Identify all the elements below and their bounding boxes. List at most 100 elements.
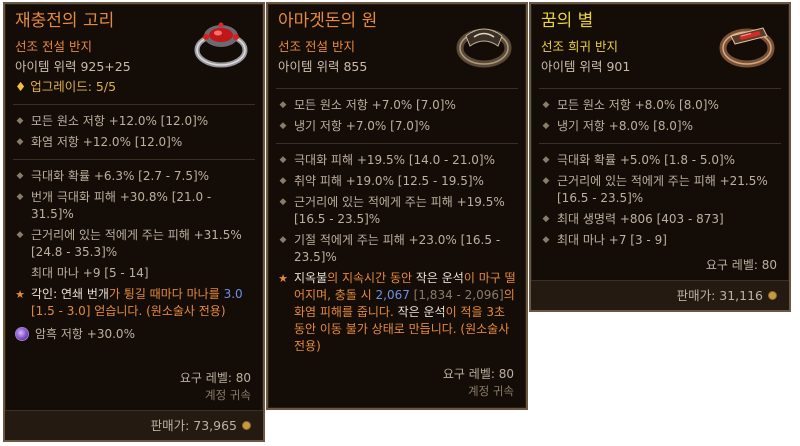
stat-text: 모든 원소 저항 +7.0% [7.0]% xyxy=(294,98,456,112)
socket-text: 암흑 저항 +30.0% xyxy=(35,327,135,341)
tooltip-footer: 요구 레벨: 80 계정 귀속 xyxy=(5,370,263,404)
bullet-icon: ◆ xyxy=(542,176,550,186)
bullet-icon: ◆ xyxy=(16,192,24,202)
stat-row: ◆ 극대화 피해 +19.5% [14.0 - 21.0]% xyxy=(278,150,516,171)
bullet-icon: ◆ xyxy=(542,214,550,224)
divider xyxy=(539,88,781,89)
divider xyxy=(13,104,255,105)
aspect-text: 지옥불의 지속시간 동안 작은 운석이 마구 떨어지며, 충돌 시 2,067 … xyxy=(294,271,516,353)
stat-row: ◆ 극대화 확률 +5.0% [1.8 - 5.0]% xyxy=(541,150,779,171)
socket-row: 암흑 저항 +30.0% xyxy=(15,324,253,345)
divider xyxy=(13,159,255,160)
stat-row: ◆ 최대 마나 +7 [3 - 9] xyxy=(541,230,779,251)
star-icon: ★ xyxy=(15,288,25,301)
star-icon: ★ xyxy=(278,272,288,285)
bullet-icon: ◆ xyxy=(542,100,550,110)
sell-price-bar: 판매가: 73,965 xyxy=(5,410,263,440)
upgrade-status: ♦ 업그레이드: 5/5 xyxy=(15,78,255,95)
stat-text: 모든 원소 저항 +12.0% [12.0]% xyxy=(31,114,209,128)
stat-text: 모든 원소 저항 +8.0% [8.0]% xyxy=(557,98,719,112)
bullet-icon: ◆ xyxy=(542,121,550,131)
stat-text: 냉기 저항 +7.0% [7.0]% xyxy=(294,119,430,133)
bullet-icon: ◆ xyxy=(279,197,287,207)
stat-text: 화염 저항 +12.0% [12.0]% xyxy=(31,135,183,149)
account-bound: 계정 귀속 xyxy=(205,388,251,402)
divider xyxy=(276,143,518,144)
sell-label: 판매가: xyxy=(676,288,720,303)
divider xyxy=(539,143,781,144)
implicit-stats: ◆ 모든 원소 저항 +7.0% [7.0]% ◆ 냉기 저항 +7.0% [7.0… xyxy=(268,93,526,139)
tooltip-header: 재충전의 고리 선조 전설 반지 아이템 위력 925+25 ♦ 업그레이드: 5… xyxy=(5,4,263,104)
stat-row: ◆ 냉기 저항 +8.0% [8.0]% xyxy=(541,116,779,137)
stat-text: 극대화 피해 +19.5% [14.0 - 21.0]% xyxy=(294,153,495,167)
bullet-icon: ◆ xyxy=(279,176,287,186)
stat-text: 근거리에 있는 적에게 주는 피해 +19.5% [16.5 - 23.5]% xyxy=(294,195,505,226)
bullet-icon: ◆ xyxy=(16,230,24,240)
affix-stats: ◆ 극대화 확률 +5.0% [1.8 - 5.0]% ◆ 근거리에 있는 적에게 … xyxy=(531,148,789,253)
stat-text: 극대화 확률 +6.3% [2.7 - 7.5]% xyxy=(31,169,210,183)
diamond-icon: ♦ xyxy=(15,79,27,94)
bullet-icon: ◆ xyxy=(279,155,287,165)
bullet-icon: ◆ xyxy=(279,235,287,245)
stat-row: ◆ 근거리에 있는 적에게 주는 피해 +31.5% [24.8 - 35.3]% xyxy=(15,225,253,263)
sell-value: 73,965 xyxy=(193,418,237,433)
stat-row: ◆ 극대화 확률 +6.3% [2.7 - 7.5]% xyxy=(15,166,253,187)
stat-text: 극대화 확률 +5.0% [1.8 - 5.0]% xyxy=(557,153,736,167)
ring-bronze-band-icon xyxy=(456,28,512,68)
stat-row: ◆ 냉기 저항 +7.0% [7.0]% xyxy=(278,116,516,137)
stat-text: 냉기 저항 +8.0% [8.0]% xyxy=(557,119,693,133)
bullet-icon: ◆ xyxy=(279,121,287,131)
tooltip-header: 아마겟돈의 원 선조 전설 반지 아이템 위력 855 xyxy=(268,4,526,84)
tooltip-header: 꿈의 별 선조 희귀 반지 아이템 위력 901 xyxy=(531,4,789,84)
sell-label: 판매가: xyxy=(150,418,194,433)
ring-ruby-icon xyxy=(194,22,248,68)
stat-row: ◆ 번개 극대화 피해 +30.8% [21.0 - 31.5]% xyxy=(15,187,253,225)
stat-row: ◆ 모든 원소 저항 +7.0% [7.0]% xyxy=(278,95,516,116)
aspect-row: ★ 지옥불의 지속시간 동안 작은 운석이 마구 떨어지며, 충돌 시 2,06… xyxy=(278,268,516,357)
stat-text: 근거리에 있는 적에게 주는 피해 +21.5% [16.5 - 23.5]% xyxy=(557,174,768,205)
stat-text: 최대 마나 +7 [3 - 9] xyxy=(557,233,667,247)
divider xyxy=(276,88,518,89)
bullet-icon: ◆ xyxy=(16,137,24,147)
stat-row: ◆ 기절 적에게 주는 피해 +23.0% [16.5 - 23.5]% xyxy=(278,230,516,268)
stat-text: 취약 피해 +19.0% [12.5 - 19.5]% xyxy=(294,174,484,188)
bullet-icon: ◆ xyxy=(16,116,24,126)
stat-row: ◆ 근거리에 있는 적에게 주는 피해 +19.5% [16.5 - 23.5]% xyxy=(278,192,516,230)
affix-stats: ◆ 극대화 확률 +6.3% [2.7 - 7.5]% ◆ 번개 극대화 피해 +3… xyxy=(5,164,263,347)
stat-text: 근거리에 있는 적에게 주는 피해 +31.5% [24.8 - 35.3]% xyxy=(31,228,242,259)
coin-icon xyxy=(768,291,777,300)
bullet-icon: ◆ xyxy=(542,155,550,165)
stat-row: ◆ 화염 저항 +12.0% [12.0]% xyxy=(15,132,253,153)
item-tooltip-armageddon-ring: 아마겟돈의 원 선조 전설 반지 아이템 위력 855 ◆ 모든 원소 저항 +7… xyxy=(266,2,528,410)
implicit-stats: ◆ 모든 원소 저항 +12.0% [12.0]% ◆ 화염 저항 +12.0% [… xyxy=(5,109,263,155)
tooltip-footer: 요구 레벨: 80 xyxy=(531,257,789,274)
sell-value: 31,116 xyxy=(719,288,763,303)
required-level: 요구 레벨: 80 xyxy=(179,371,251,385)
stat-row: ◆ 최대 생명력 +806 [403 - 873] xyxy=(541,209,779,230)
stat-text: 최대 마나 +9 [5 - 14] xyxy=(31,266,149,280)
stat-row: ◆ 모든 원소 저항 +8.0% [8.0]% xyxy=(541,95,779,116)
aspect-text: 각인: 연쇄 번개가 튕길 때마다 마나를 3.0 [1.5 - 3.0] 얻습… xyxy=(31,287,243,318)
stat-row: ◆ 취약 피해 +19.0% [12.5 - 19.5]% xyxy=(278,171,516,192)
sell-price-bar: 판매가: 31,116 xyxy=(531,280,789,310)
bullet-icon: ◆ xyxy=(279,100,287,110)
socket-gem-icon xyxy=(15,327,29,341)
stat-text: 기절 적에게 주는 피해 +23.0% [16.5 - 23.5]% xyxy=(294,233,501,264)
stat-text: 번개 극대화 피해 +30.8% [21.0 - 31.5]% xyxy=(31,190,212,221)
required-level: 요구 레벨: 80 xyxy=(442,367,514,381)
implicit-stats: ◆ 모든 원소 저항 +8.0% [8.0]% ◆ 냉기 저항 +8.0% [8.0… xyxy=(531,93,789,139)
bullet-icon: ◆ xyxy=(16,171,24,181)
stat-row: ◆ 모든 원소 저항 +12.0% [12.0]% xyxy=(15,111,253,132)
stat-row: ◆ 근거리에 있는 적에게 주는 피해 +21.5% [16.5 - 23.5]% xyxy=(541,171,779,209)
account-bound: 계정 귀속 xyxy=(468,384,514,398)
upgrade-text: 업그레이드: 5/5 xyxy=(30,79,117,94)
item-tooltip-ring-of-recharge: 재충전의 고리 선조 전설 반지 아이템 위력 925+25 ♦ 업그레이드: 5… xyxy=(3,2,265,442)
coin-icon xyxy=(242,421,251,430)
item-tooltip-dream-star: 꿈의 별 선조 희귀 반지 아이템 위력 901 ◆ 모든 원소 저항 +8.0%… xyxy=(529,2,791,312)
aspect-row: ★ 각인: 연쇄 번개가 튕길 때마다 마나를 3.0 [1.5 - 3.0] … xyxy=(15,284,253,322)
stat-text: 최대 생명력 +806 [403 - 873] xyxy=(557,212,724,226)
required-level: 요구 레벨: 80 xyxy=(705,258,777,272)
ring-red-gem-icon xyxy=(719,27,775,68)
tooltip-footer: 요구 레벨: 80 계정 귀속 xyxy=(268,366,526,400)
affix-stats: ◆ 극대화 피해 +19.5% [14.0 - 21.0]% ◆ 취약 피해 +19… xyxy=(268,148,526,359)
